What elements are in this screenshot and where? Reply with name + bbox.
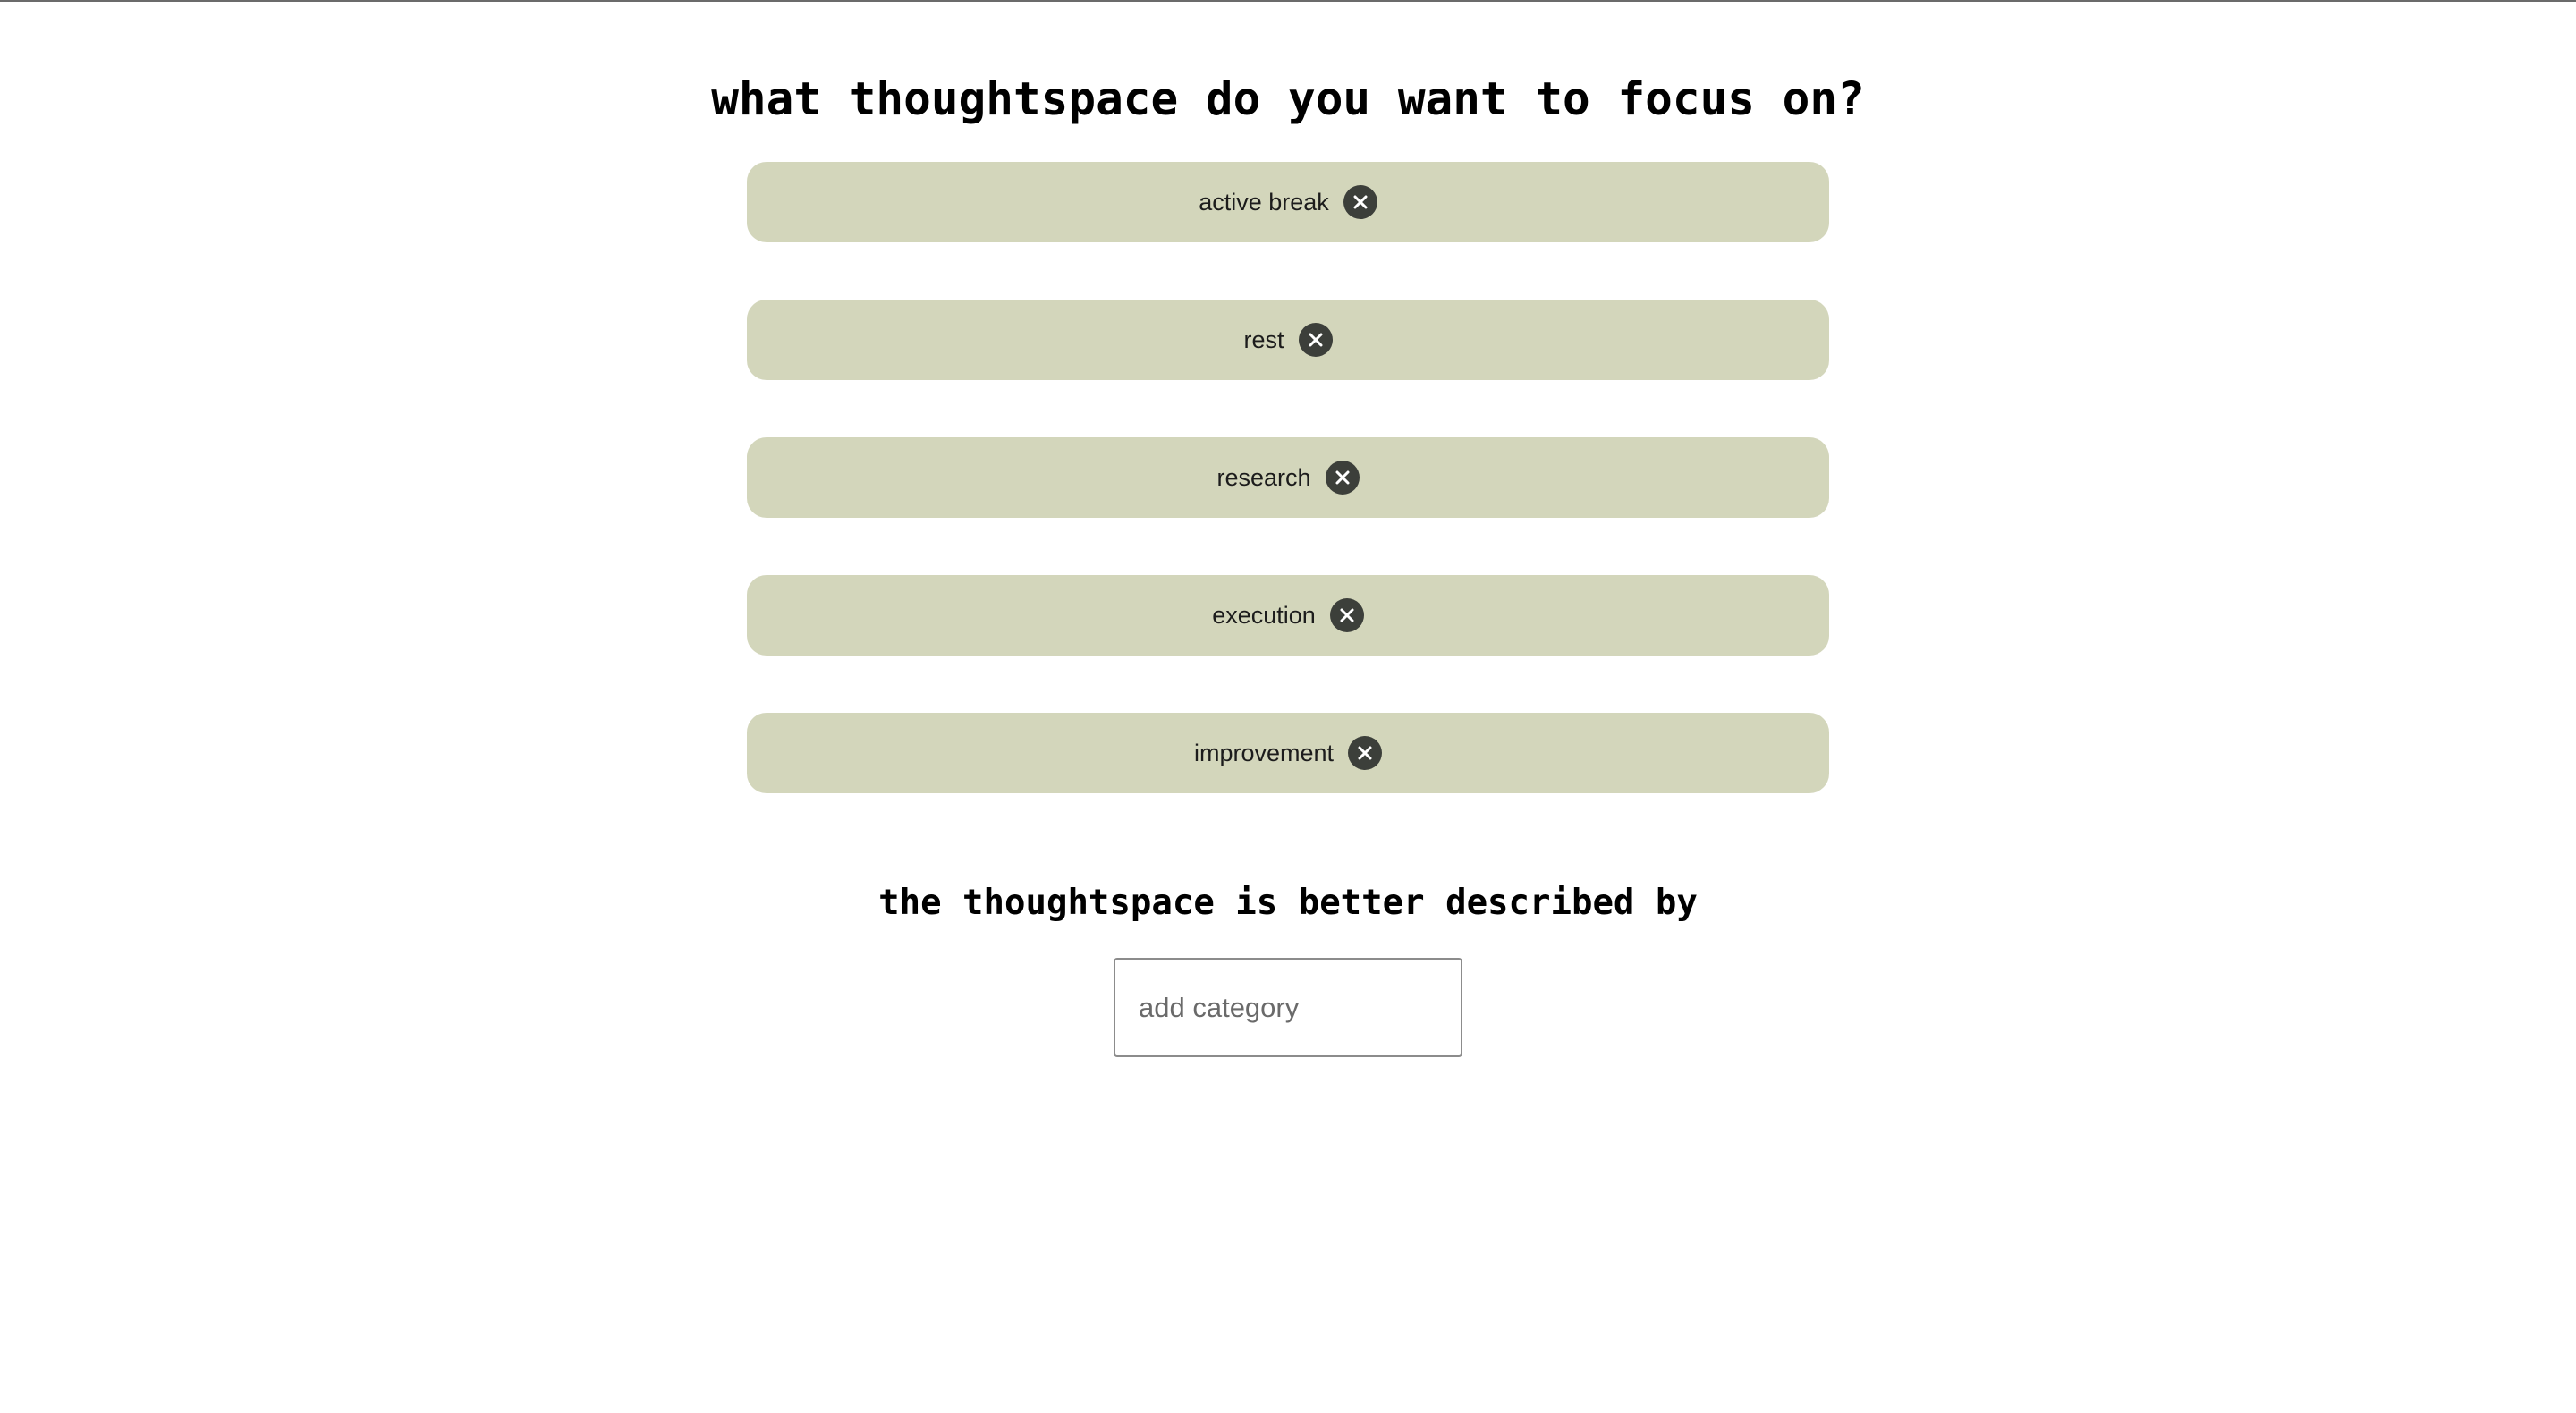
page-title: what thoughtspace do you want to focus o… — [711, 73, 1865, 126]
category-label: rest — [1243, 326, 1284, 353]
category-label: active break — [1199, 189, 1329, 216]
page: what thoughtspace do you want to focus o… — [0, 0, 2576, 1413]
top-divider — [0, 0, 2576, 2]
category-item-improvement[interactable]: improvement — [747, 713, 1829, 793]
add-section-title: the thoughtspace is better described by — [878, 883, 1698, 923]
category-item-research[interactable]: research — [747, 437, 1829, 518]
close-circle-icon[interactable] — [1325, 461, 1360, 495]
category-label: research — [1216, 464, 1311, 491]
category-item-execution[interactable]: execution — [747, 575, 1829, 656]
close-circle-icon[interactable] — [1298, 323, 1333, 357]
category-list: active break rest research execution imp… — [747, 162, 1829, 850]
close-circle-icon[interactable] — [1348, 736, 1383, 770]
category-item-active-break[interactable]: active break — [747, 162, 1829, 242]
category-label: execution — [1212, 602, 1316, 629]
add-category-input[interactable] — [1114, 958, 1462, 1057]
close-circle-icon[interactable] — [1329, 598, 1364, 632]
category-item-rest[interactable]: rest — [747, 300, 1829, 380]
close-circle-icon[interactable] — [1343, 185, 1377, 219]
category-label: improvement — [1193, 740, 1335, 766]
